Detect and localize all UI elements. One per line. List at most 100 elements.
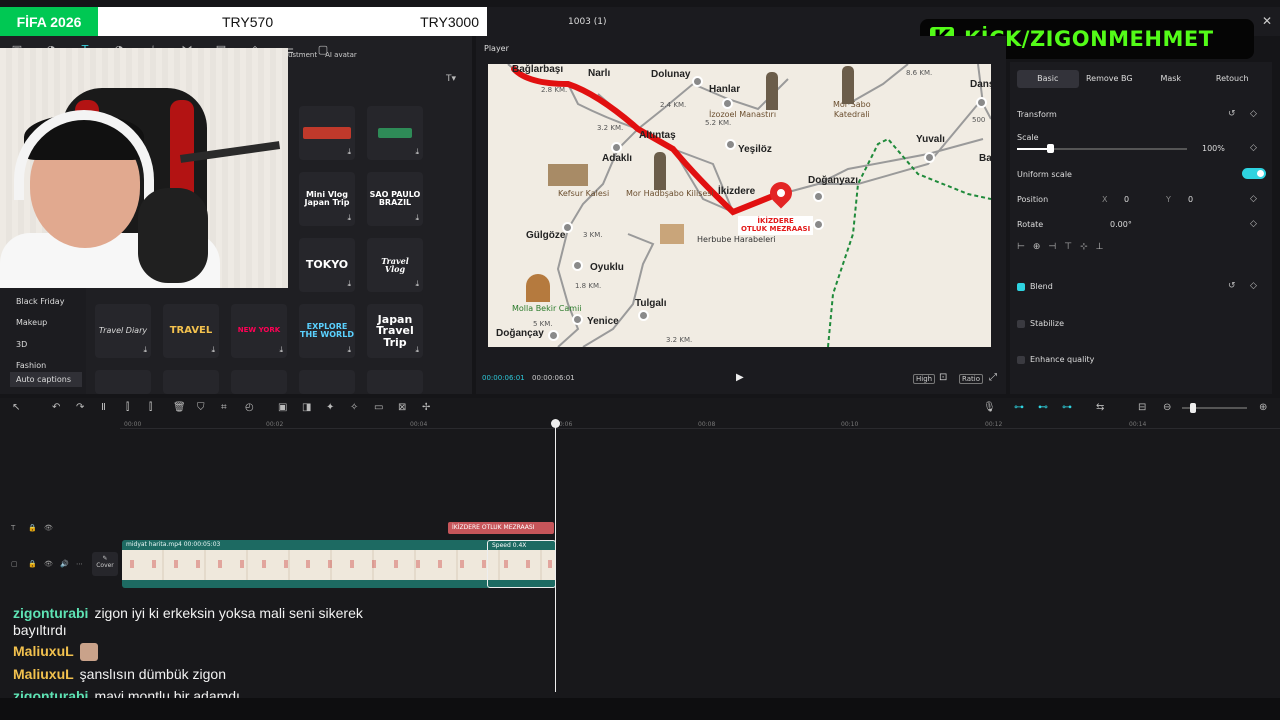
template-tile[interactable]: TOKYO ⤓	[299, 238, 355, 292]
split-icon[interactable]: Ⅱ	[101, 402, 106, 413]
position-x-value[interactable]: 0	[1124, 195, 1129, 204]
keyframe-icon[interactable]: ◇	[1250, 109, 1257, 119]
blend-checkbox[interactable]	[1017, 283, 1025, 291]
auto-reframe-icon[interactable]: ✦	[326, 402, 334, 413]
template-tile[interactable]	[299, 370, 355, 394]
magic-icon[interactable]: ✧	[350, 402, 358, 413]
split-left-icon[interactable]: ⫿	[126, 402, 129, 413]
blend-label[interactable]: Blend	[1030, 282, 1053, 291]
snap-icon[interactable]: ⇆	[1096, 402, 1104, 413]
redo-icon[interactable]: ↷	[76, 402, 84, 413]
category-black-friday[interactable]: Black Friday	[16, 297, 64, 306]
caption-icon[interactable]: ⊟	[1138, 402, 1146, 413]
text-clip[interactable]: İKİZDERE OTLUK MEZRAASI	[448, 522, 554, 534]
align-center-icon[interactable]: ⊕	[1033, 242, 1041, 256]
template-tile[interactable]: Mini Vlog Japan Trip ⤓	[299, 172, 355, 226]
sort-icon[interactable]: T▾	[446, 74, 456, 84]
stabilize-checkbox[interactable]	[1017, 320, 1025, 328]
zoom-in-icon[interactable]: ⊕	[1259, 402, 1267, 413]
zoom-out-icon[interactable]: ⊖	[1163, 402, 1171, 413]
category-3d[interactable]: 3D	[16, 340, 27, 349]
cover-button[interactable]: ✎ Cover	[92, 552, 118, 576]
download-icon[interactable]: ⤓	[415, 147, 419, 157]
microphone-icon[interactable]: 🎙	[983, 402, 996, 413]
tab-basic[interactable]: Basic	[1017, 70, 1079, 88]
download-icon[interactable]: ⤓	[415, 279, 419, 289]
template-tile[interactable]: NEW YORK ⤓	[231, 304, 287, 358]
freeze-icon[interactable]: ▣	[278, 402, 287, 413]
tab-retouch[interactable]: Retouch	[1202, 70, 1264, 88]
transform-heading[interactable]: Transform	[1017, 110, 1057, 119]
template-tile[interactable]: ⤓	[299, 106, 355, 160]
download-icon[interactable]: ⤓	[347, 279, 351, 289]
keyframe-icon[interactable]: ◇	[1250, 143, 1257, 153]
keyframe-icon[interactable]: ◇	[1250, 281, 1257, 291]
download-icon[interactable]: ⤓	[415, 213, 419, 223]
eye-icon[interactable]: 👁	[44, 560, 53, 568]
scale-slider-knob[interactable]	[1047, 144, 1054, 153]
template-tile[interactable]	[231, 370, 287, 394]
template-tile[interactable]: Japan Travel Trip ⤓	[367, 304, 423, 358]
select-tool-icon[interactable]: ↖	[12, 402, 20, 413]
close-icon[interactable]: ✕	[1262, 14, 1272, 28]
download-icon[interactable]: ⤓	[279, 345, 283, 355]
category-makeup[interactable]: Makeup	[16, 318, 47, 327]
align-bottom-icon[interactable]: ⊥	[1096, 242, 1104, 256]
align-right-icon[interactable]: ⊣	[1048, 242, 1056, 256]
snapshot-icon[interactable]: ⊡	[939, 372, 947, 383]
keyframe-icon[interactable]: ◇	[1250, 219, 1257, 229]
delete-icon[interactable]: 🗑	[173, 402, 186, 413]
tab-remove-bg[interactable]: Remove BG	[1079, 70, 1141, 88]
map-preview[interactable]: Bağlarbaşı Narlı Dolunay Hanlar Altıntaş…	[488, 64, 991, 347]
reset-icon[interactable]: ↺	[1228, 281, 1236, 291]
template-tile[interactable]	[95, 370, 151, 394]
template-tile[interactable]: Travel Vlog ⤓	[367, 238, 423, 292]
preview-axis-icon[interactable]: ⊶	[1062, 402, 1072, 413]
uniform-scale-toggle[interactable]	[1242, 168, 1266, 179]
download-icon[interactable]: ⤓	[347, 147, 351, 157]
screen-icon[interactable]: ▭	[374, 402, 383, 413]
template-tile[interactable]: EXPLORE THE WORLD ⤓	[299, 304, 355, 358]
template-tile[interactable]	[367, 370, 423, 394]
download-icon[interactable]: ⤓	[347, 213, 351, 223]
download-icon[interactable]: ⤓	[415, 345, 419, 355]
reset-icon[interactable]: ↺	[1228, 109, 1236, 119]
rotate-value[interactable]: 0.00°	[1110, 220, 1132, 229]
speed-icon[interactable]: ◴	[245, 402, 254, 413]
lock-icon[interactable]: 🔒	[28, 524, 37, 532]
zoom-slider-knob[interactable]	[1190, 403, 1196, 413]
align-top-icon[interactable]: ⊤	[1064, 242, 1072, 256]
magnet-icon[interactable]: ⊶	[1014, 402, 1024, 413]
playhead[interactable]	[555, 420, 556, 692]
download-icon[interactable]: ⤓	[211, 345, 215, 355]
template-tile[interactable]: TRAVEL ⤓	[163, 304, 219, 358]
stabilize-label[interactable]: Stabilize	[1030, 319, 1064, 328]
tab-mask[interactable]: Mask	[1140, 70, 1202, 88]
crop-icon[interactable]: ⌗	[221, 402, 227, 413]
playhead-handle[interactable]	[551, 419, 560, 428]
volume-icon[interactable]: 🔊	[60, 560, 69, 568]
align-left-icon[interactable]: ⊢	[1017, 242, 1025, 256]
enhance-label[interactable]: Enhance quality	[1030, 355, 1094, 364]
template-tile[interactable]: SAO PAULO BRAZIL ⤓	[367, 172, 423, 226]
fullscreen-icon[interactable]: ⤢	[989, 372, 997, 383]
eye-icon[interactable]: 👁	[44, 524, 53, 532]
position-y-value[interactable]: 0	[1188, 195, 1193, 204]
lock-icon[interactable]: 🔒	[28, 560, 37, 568]
keyframe-icon[interactable]: ◇	[1250, 194, 1257, 204]
template-tile[interactable]: ⤓	[367, 106, 423, 160]
align-middle-icon[interactable]: ⊹	[1080, 242, 1088, 256]
expand-icon[interactable]: ✢	[422, 402, 430, 413]
split-right-icon[interactable]: ⫿	[149, 402, 152, 413]
link-icon[interactable]: ⊷	[1038, 402, 1048, 413]
ratio-button[interactable]: Ratio	[959, 374, 983, 384]
mirror-icon[interactable]: ◨	[302, 402, 311, 413]
scale-value[interactable]: 100%	[1202, 144, 1225, 153]
category-auto-captions[interactable]: Auto captions	[10, 372, 82, 387]
quality-button[interactable]: High	[913, 374, 936, 384]
category-fashion[interactable]: Fashion	[16, 361, 46, 370]
template-tile[interactable]: Travel Diary ⤓	[95, 304, 151, 358]
undo-icon[interactable]: ↶	[52, 402, 60, 413]
download-icon[interactable]: ⤓	[347, 345, 351, 355]
enhance-checkbox[interactable]	[1017, 356, 1025, 364]
